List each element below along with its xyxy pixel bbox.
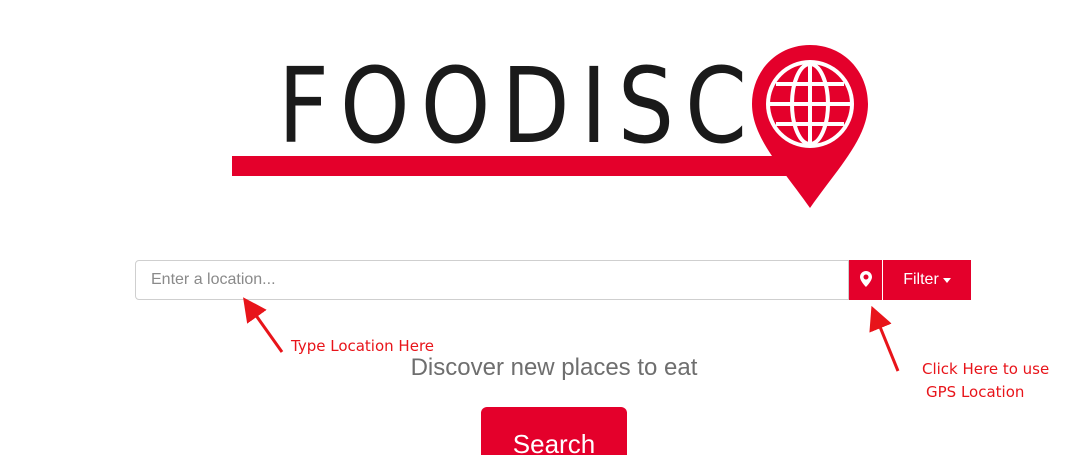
annotation-gps-location: Click Here to use GPS Location (922, 358, 1049, 404)
foodisco-logo: FOODISC (226, 40, 886, 215)
search-button[interactable]: Search (481, 407, 627, 455)
annotation-gps-line1: Click Here to use (922, 360, 1050, 378)
arrow-to-search-input (243, 297, 284, 353)
caret-down-icon (942, 278, 951, 283)
globe-pin-icon (752, 45, 868, 208)
logo-text: FOODISC (278, 45, 758, 167)
filter-dropdown-button[interactable]: Filter (883, 260, 971, 300)
annotation-gps-line2: GPS Location (926, 383, 1025, 401)
annotation-type-location: Type Location Here (291, 337, 435, 355)
gps-location-button[interactable] (849, 260, 883, 300)
location-search-input[interactable] (135, 260, 849, 300)
map-marker-icon (859, 270, 872, 290)
filter-button-label: Filter (903, 271, 939, 288)
page: FOODISC Fi (0, 0, 1092, 455)
